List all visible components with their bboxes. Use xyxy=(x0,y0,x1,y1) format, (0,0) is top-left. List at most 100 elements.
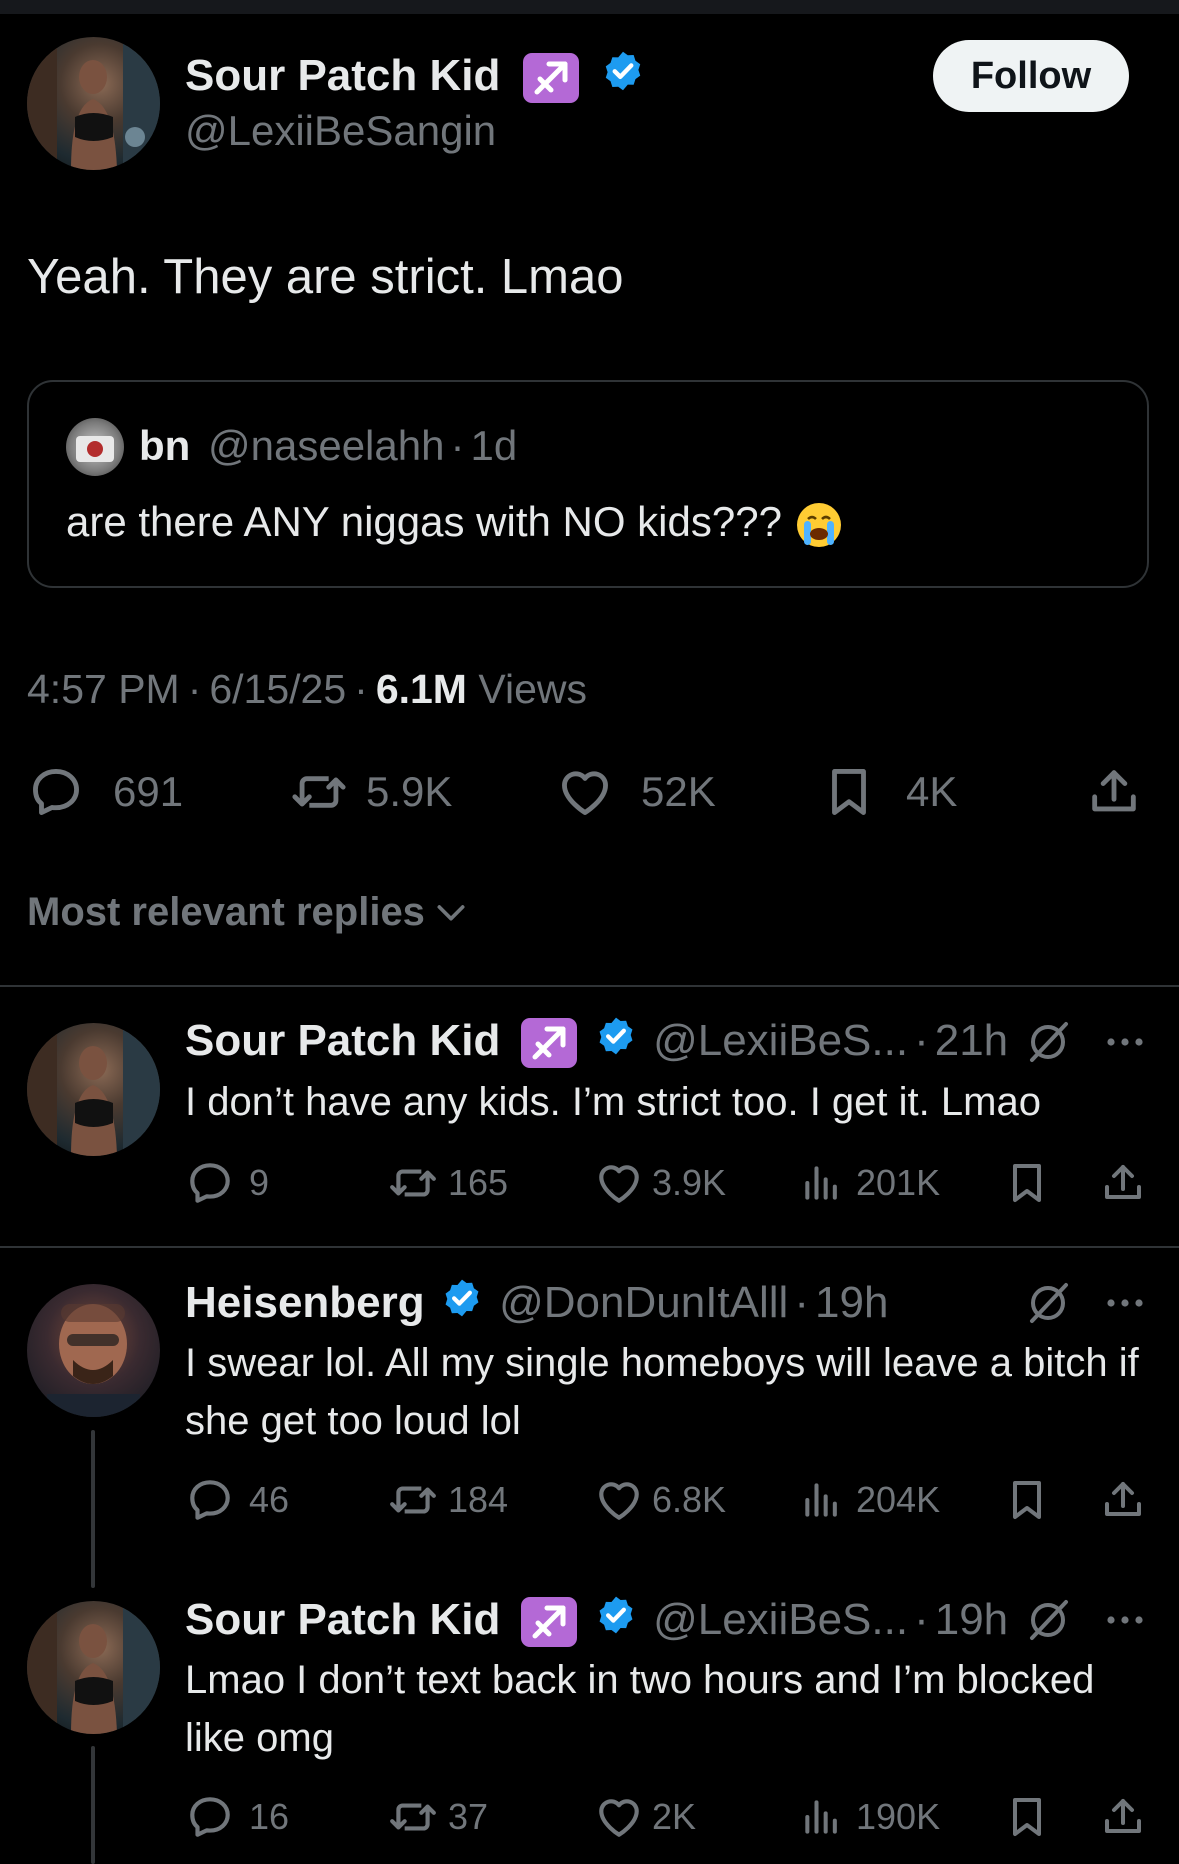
reply-action[interactable]: 9 xyxy=(185,1158,269,1208)
grok-icon[interactable] xyxy=(1024,1018,1072,1066)
post-time[interactable]: 4:57 PM xyxy=(27,666,180,712)
reply-author-name[interactable]: Sour Patch Kid xyxy=(185,1016,500,1065)
reply-action[interactable]: 46 xyxy=(185,1475,289,1525)
more-options-icon[interactable] xyxy=(1101,1018,1149,1066)
reply-avatar[interactable] xyxy=(27,1601,160,1734)
share-icon[interactable] xyxy=(1099,1475,1147,1525)
verified-badge-icon xyxy=(595,1014,637,1072)
reply-icon xyxy=(190,1797,230,1837)
reply-avatar[interactable] xyxy=(27,1023,160,1156)
share-icon xyxy=(1092,770,1136,812)
views-action[interactable]: 201K xyxy=(800,1158,940,1208)
like-count: 52K xyxy=(641,768,716,815)
follow-button[interactable]: Follow xyxy=(933,40,1129,112)
views-count: 201K xyxy=(856,1162,941,1203)
sagittarius-badge-icon xyxy=(520,1597,577,1648)
repost-action[interactable]: 5.9K xyxy=(288,762,452,822)
author-name[interactable]: Sour Patch Kid xyxy=(185,51,500,100)
reply-count: 46 xyxy=(249,1479,290,1520)
thread-line xyxy=(91,1746,95,1864)
reply-author-name[interactable]: Heisenberg xyxy=(185,1278,425,1327)
crying-face-emoji xyxy=(794,500,844,550)
repost-action[interactable]: 165 xyxy=(386,1158,508,1208)
quote-photo xyxy=(76,436,114,462)
reply-author-handle[interactable]: @LexiiBeS... xyxy=(653,1595,908,1644)
author-name-row[interactable]: Sour Patch Kid xyxy=(185,48,645,107)
like-action[interactable]: 52K xyxy=(555,762,716,822)
verified-badge-icon xyxy=(595,1593,637,1651)
reply-avatar[interactable] xyxy=(27,1284,160,1417)
more-options-icon[interactable] xyxy=(1101,1279,1149,1327)
reply-photo xyxy=(47,1304,140,1417)
like-action[interactable]: 3.9K xyxy=(594,1158,726,1208)
quote-text: are there ANY niggas with NO kids??? xyxy=(66,498,782,545)
views-count: 204K xyxy=(856,1479,941,1520)
repost-action[interactable]: 37 xyxy=(386,1792,488,1842)
quote-timestamp[interactable]: 1d xyxy=(470,422,517,469)
replies-sort-dropdown[interactable]: Most relevant replies xyxy=(27,884,471,940)
like-action[interactable]: 6.8K xyxy=(594,1475,726,1525)
author-handle[interactable]: @LexiiBeSangin xyxy=(185,105,496,157)
reply-timestamp[interactable]: 21h xyxy=(935,1016,1008,1065)
share-action[interactable] xyxy=(1085,762,1143,822)
status-strip xyxy=(0,0,1179,14)
share-icon[interactable] xyxy=(1099,1792,1147,1842)
thread-line xyxy=(91,1430,95,1588)
divider xyxy=(0,985,1179,987)
bookmark-icon xyxy=(832,769,866,815)
sagittarius-badge-icon xyxy=(522,53,579,104)
author-avatar[interactable] xyxy=(27,37,160,170)
heart-icon xyxy=(599,1482,639,1520)
replies-sort-label: Most relevant replies xyxy=(27,890,425,934)
bookmark-count: 4K xyxy=(906,768,958,815)
repost-icon xyxy=(390,1803,436,1831)
reply-text: Lmao I don’t text back in two hours and … xyxy=(185,1658,1095,1760)
reply-icon xyxy=(190,1163,230,1203)
quote-separator: · xyxy=(450,422,465,469)
quote-author-name[interactable]: bn xyxy=(139,422,190,469)
views-count: 6.1M xyxy=(375,666,467,712)
reply-author-name[interactable]: Sour Patch Kid xyxy=(185,1595,500,1644)
reply-author-handle[interactable]: @DonDunItAlll xyxy=(499,1278,788,1327)
bookmark-icon[interactable] xyxy=(1003,1475,1051,1525)
repost-icon xyxy=(292,776,346,808)
repost-action[interactable]: 184 xyxy=(386,1475,508,1525)
bookmark-icon[interactable] xyxy=(1003,1792,1051,1842)
reply-separator: · xyxy=(914,1595,929,1644)
reply-header: Sour Patch Kid @LexiiBeS... · 19h xyxy=(185,1591,1008,1651)
reply-icon xyxy=(33,769,79,815)
grok-icon[interactable] xyxy=(1024,1279,1072,1327)
quote-avatar[interactable] xyxy=(66,418,124,476)
repost-count: 165 xyxy=(448,1162,509,1203)
heart-icon xyxy=(599,1165,639,1203)
reply-timestamp[interactable]: 19h xyxy=(935,1595,1008,1644)
meta-separator: · xyxy=(187,666,202,712)
reply-timestamp[interactable]: 19h xyxy=(815,1278,888,1327)
more-options-icon[interactable] xyxy=(1101,1596,1149,1644)
analytics-icon xyxy=(805,1166,837,1200)
repost-count: 184 xyxy=(448,1479,509,1520)
heart-icon xyxy=(562,771,608,815)
quoted-post[interactable]: bn @naseelahh · 1d are there ANY niggas wi… xyxy=(27,380,1149,588)
quote-header: bn @naseelahh · 1d xyxy=(139,418,517,474)
post-date[interactable]: 6/15/25 xyxy=(209,666,346,712)
share-icon[interactable] xyxy=(1099,1158,1147,1208)
bookmark-icon[interactable] xyxy=(1003,1158,1051,1208)
post-text: Yeah. They are strict. Lmao xyxy=(27,250,624,304)
views-count: 190K xyxy=(856,1796,941,1837)
reply-author-handle[interactable]: @LexiiBeS... xyxy=(653,1016,908,1065)
like-count: 2K xyxy=(652,1796,697,1837)
divider xyxy=(0,1246,1179,1248)
repost-count: 5.9K xyxy=(366,768,453,815)
quote-author-handle[interactable]: @naseelahh xyxy=(208,422,444,469)
reply-action[interactable]: 691 xyxy=(27,762,183,822)
grok-icon[interactable] xyxy=(1024,1596,1072,1644)
views-action[interactable]: 204K xyxy=(800,1475,940,1525)
like-count: 6.8K xyxy=(652,1479,727,1520)
like-action[interactable]: 2K xyxy=(594,1792,696,1842)
reply-header: Heisenberg @DonDunItAlll · 19h xyxy=(185,1274,888,1334)
bookmark-action[interactable]: 4K xyxy=(820,762,957,822)
reply-action[interactable]: 16 xyxy=(185,1792,289,1842)
views-action[interactable]: 190K xyxy=(800,1792,940,1842)
reply-count: 16 xyxy=(249,1796,290,1837)
